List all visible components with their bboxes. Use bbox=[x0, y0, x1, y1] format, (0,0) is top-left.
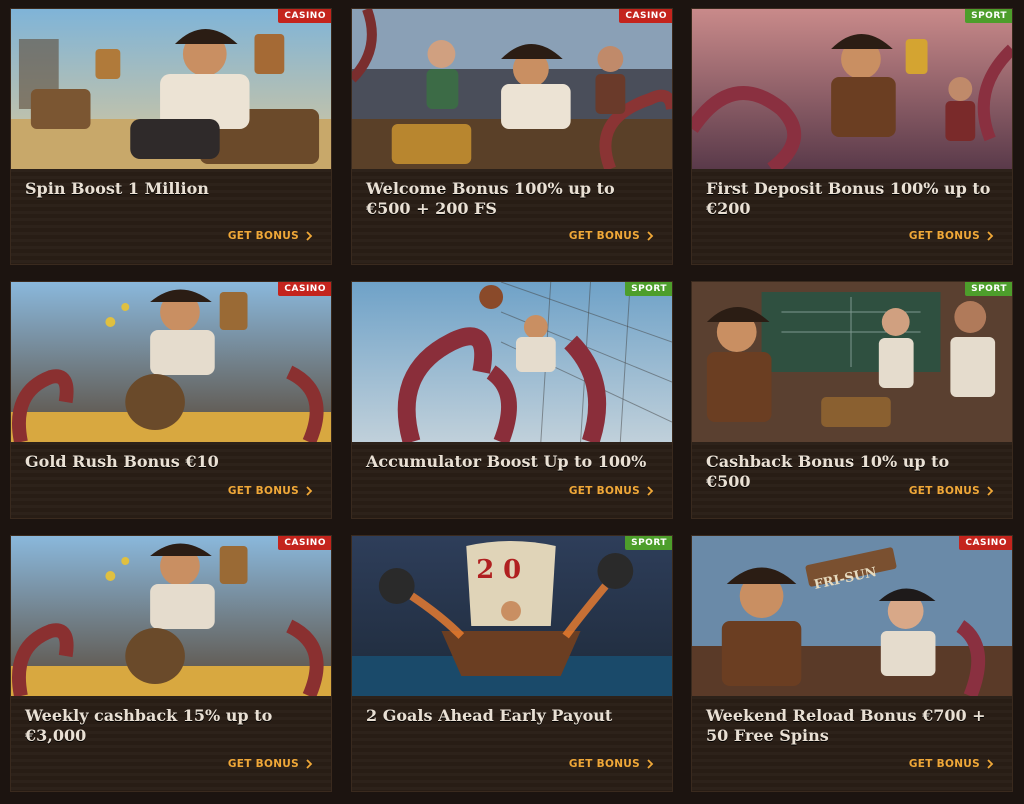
chevron-right-icon bbox=[647, 486, 654, 496]
promo-title: 2 Goals Ahead Early Payout bbox=[366, 706, 613, 725]
get-bonus-button[interactable]: GET BONUS bbox=[569, 485, 654, 497]
promo-title: Weekly cashback 15% up to €3,000 bbox=[25, 706, 273, 745]
get-bonus-label: GET BONUS bbox=[227, 230, 299, 242]
promo-card[interactable]: SPORT First Deposit Bonus 100% up to €20… bbox=[691, 8, 1013, 265]
promo-title: Welcome Bonus 100% up to €500 + 200 FS bbox=[366, 179, 615, 218]
promo-image bbox=[352, 282, 672, 442]
get-bonus-button[interactable]: GET BONUS bbox=[569, 230, 654, 242]
get-bonus-label: GET BONUS bbox=[908, 230, 980, 242]
sport-badge: SPORT bbox=[965, 9, 1012, 23]
get-bonus-button[interactable]: GET BONUS bbox=[228, 758, 313, 770]
promo-card[interactable]: SPORT Accumulator Boost Up to 100% GET B… bbox=[351, 281, 673, 519]
chevron-right-icon bbox=[306, 759, 313, 769]
casino-badge: CASINO bbox=[619, 9, 672, 23]
promo-image bbox=[352, 9, 672, 169]
get-bonus-label: GET BONUS bbox=[227, 758, 299, 770]
casino-badge: CASINO bbox=[278, 9, 331, 23]
promo-image bbox=[692, 282, 1012, 442]
promo-card[interactable]: CASINO Gold Rush Bonus €10 GET BONUS bbox=[10, 281, 332, 519]
casino-badge: CASINO bbox=[278, 536, 331, 550]
promo-title: First Deposit Bonus 100% up to €200 bbox=[706, 179, 991, 218]
promo-image: FRI-SUN bbox=[692, 536, 1012, 696]
promo-card[interactable]: CASINO Welcome Bonus 100% up to €500 + 2… bbox=[351, 8, 673, 265]
chevron-right-icon bbox=[987, 231, 994, 241]
get-bonus-button[interactable]: GET BONUS bbox=[569, 758, 654, 770]
sport-badge: SPORT bbox=[625, 536, 672, 550]
promo-title: Spin Boost 1 Million bbox=[25, 179, 209, 198]
get-bonus-label: GET BONUS bbox=[908, 485, 980, 497]
get-bonus-button[interactable]: GET BONUS bbox=[909, 230, 994, 242]
promo-image bbox=[11, 9, 331, 169]
get-bonus-label: GET BONUS bbox=[568, 230, 640, 242]
chevron-right-icon bbox=[987, 486, 994, 496]
get-bonus-label: GET BONUS bbox=[568, 758, 640, 770]
promo-title: Accumulator Boost Up to 100% bbox=[366, 452, 647, 471]
sport-badge: SPORT bbox=[625, 282, 672, 296]
promo-title: Weekend Reload Bonus €700 + 50 Free Spin… bbox=[706, 706, 986, 745]
get-bonus-button[interactable]: GET BONUS bbox=[228, 230, 313, 242]
promo-card[interactable]: 2 0 SPORT 2 Goals Ahead Early Payout GET… bbox=[351, 535, 673, 792]
promo-title: Gold Rush Bonus €10 bbox=[25, 452, 219, 471]
promo-card[interactable]: FRI-SUN CASINO Weekend Reload Bonus €700… bbox=[691, 535, 1013, 792]
chevron-right-icon bbox=[647, 759, 654, 769]
chevron-right-icon bbox=[306, 486, 313, 496]
chevron-right-icon bbox=[306, 231, 313, 241]
promo-image: 2 0 bbox=[352, 536, 672, 696]
get-bonus-button[interactable]: GET BONUS bbox=[909, 758, 994, 770]
chevron-right-icon bbox=[647, 231, 654, 241]
casino-badge: CASINO bbox=[959, 536, 1012, 550]
get-bonus-label: GET BONUS bbox=[568, 485, 640, 497]
promo-card[interactable]: CASINO Weekly cashback 15% up to €3,000 … bbox=[10, 535, 332, 792]
sail-score: 2 0 bbox=[476, 555, 521, 585]
promo-image bbox=[692, 9, 1012, 169]
sport-badge: SPORT bbox=[965, 282, 1012, 296]
promo-image bbox=[11, 536, 331, 696]
get-bonus-button[interactable]: GET BONUS bbox=[909, 485, 994, 497]
chevron-right-icon bbox=[987, 759, 994, 769]
promo-image bbox=[11, 282, 331, 442]
get-bonus-label: GET BONUS bbox=[908, 758, 980, 770]
casino-badge: CASINO bbox=[278, 282, 331, 296]
promo-card[interactable]: SPORT Cashback Bonus 10% up to €500 GET … bbox=[691, 281, 1013, 519]
promotions-grid: CASINO Spin Boost 1 Million GET BONUS CA… bbox=[0, 0, 1024, 804]
get-bonus-label: GET BONUS bbox=[227, 485, 299, 497]
get-bonus-button[interactable]: GET BONUS bbox=[228, 485, 313, 497]
promo-card[interactable]: CASINO Spin Boost 1 Million GET BONUS bbox=[10, 8, 332, 265]
